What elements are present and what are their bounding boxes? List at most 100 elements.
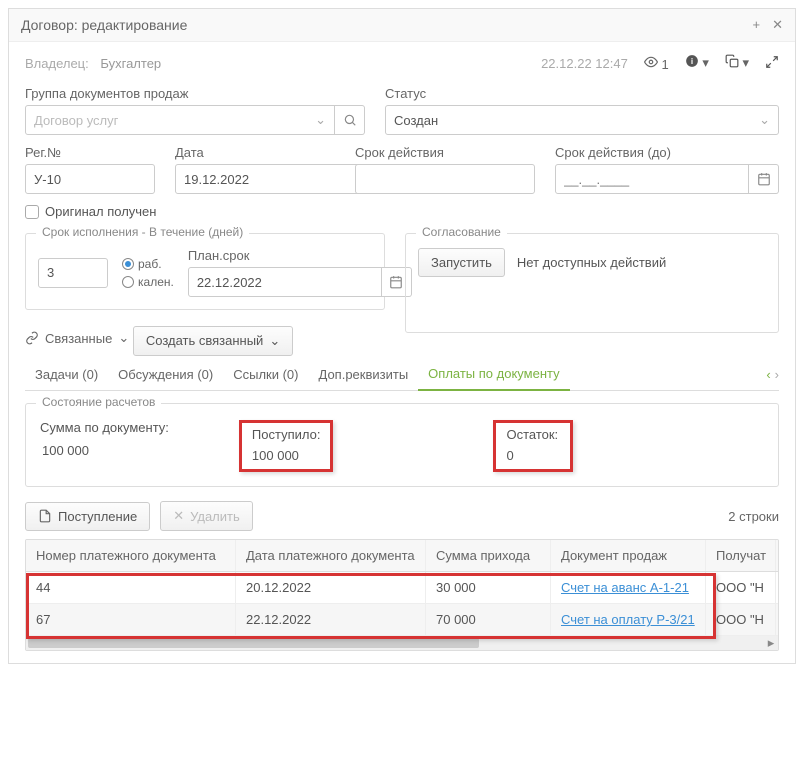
valid-input[interactable] xyxy=(355,164,535,194)
tab-prev-icon[interactable]: ‹ xyxy=(766,367,770,382)
add-payment-label: Поступление xyxy=(58,509,137,524)
calendar-icon xyxy=(757,172,771,186)
row-group-status: Группа документов продаж Договор услуг ⌄… xyxy=(25,86,779,135)
calc-remain-highlight: Остаток: 0 xyxy=(493,420,573,472)
tab-links[interactable]: Ссылки (0) xyxy=(223,359,308,390)
scroll-right-icon[interactable]: ▸ xyxy=(764,636,778,650)
payments-table: Номер платежного документа Дата платежно… xyxy=(25,539,779,651)
add-icon[interactable]: + xyxy=(753,17,761,33)
copy-icon[interactable]: ▾ xyxy=(725,54,749,72)
radio-group: раб. кален. xyxy=(122,257,174,289)
days-input[interactable] xyxy=(38,258,108,288)
info-icon[interactable]: i ▾ xyxy=(685,54,709,72)
run-button[interactable]: Запустить xyxy=(418,248,505,277)
radio-cal-input[interactable] xyxy=(122,276,134,288)
tab-payments[interactable]: Оплаты по документу xyxy=(418,358,569,391)
calc-fieldset: Состояние расчетов Сумма по документу: 1… xyxy=(25,403,779,487)
calc-sum-value: 100 000 xyxy=(40,443,169,458)
tab-tasks[interactable]: Задачи (0) xyxy=(25,359,108,390)
group-select[interactable]: Договор услуг ⌄ xyxy=(25,105,335,135)
th-recipient[interactable]: Получат xyxy=(706,540,776,571)
delete-button[interactable]: ✕ Удалить xyxy=(160,501,253,531)
deadline-fieldset: Срок исполнения - В течение (дней) раб. … xyxy=(25,233,385,310)
table-row[interactable]: 44 20.12.2022 30 000 Счет на аванс А-1-2… xyxy=(26,572,778,604)
plan-input[interactable] xyxy=(188,267,382,297)
approval-legend: Согласование xyxy=(416,225,507,239)
close-icon[interactable]: ✕ xyxy=(772,17,783,33)
scroll-thumb[interactable] xyxy=(28,638,479,648)
doc-link[interactable]: Счет на оплату Р-3/21 xyxy=(561,612,695,627)
radio-work-input[interactable] xyxy=(122,258,134,270)
create-related-button[interactable]: Создать связанный ⌄ xyxy=(133,326,293,356)
radio-work[interactable]: раб. xyxy=(122,257,174,271)
table-toolbar: Поступление ✕ Удалить 2 строки xyxy=(25,501,779,531)
row-count: 2 строки xyxy=(728,509,779,524)
cell-recipient: ООО "Н xyxy=(706,604,776,635)
add-payment-button[interactable]: Поступление xyxy=(25,502,150,531)
cell-recipient: ООО "Н xyxy=(706,572,776,603)
original-label: Оригинал получен xyxy=(45,204,156,219)
calc-legend: Состояние расчетов xyxy=(36,395,161,409)
related-button[interactable]: Связанные ⌄ xyxy=(25,330,129,346)
original-checkbox-row[interactable]: Оригинал получен xyxy=(25,204,779,219)
no-actions-text: Нет доступных действий xyxy=(517,255,666,270)
cell-doc: Счет на аванс А-1-21 xyxy=(551,572,706,603)
th-number[interactable]: Номер платежного документа xyxy=(26,540,236,571)
status-select[interactable]: Создан ⌄ xyxy=(385,105,779,135)
calc-remain-label: Остаток: xyxy=(506,427,560,442)
owner-block: Владелец: Бухгалтер xyxy=(25,56,161,71)
horizontal-scrollbar[interactable]: ▸ xyxy=(26,636,778,650)
calendar-icon xyxy=(389,275,403,289)
status-label: Статус xyxy=(385,86,779,101)
document-icon xyxy=(38,509,52,523)
delete-label: Удалить xyxy=(190,509,240,524)
tab-discussions[interactable]: Обсуждения (0) xyxy=(108,359,223,390)
valid-to-input[interactable] xyxy=(555,164,749,194)
header-row: Владелец: Бухгалтер 22.12.22 12:47 1 i ▾… xyxy=(25,54,779,72)
run-label: Запустить xyxy=(431,255,492,270)
valid-field: Срок действия xyxy=(355,145,535,194)
regno-input[interactable] xyxy=(25,164,155,194)
delete-icon: ✕ xyxy=(173,508,184,524)
doc-link[interactable]: Счет на аванс А-1-21 xyxy=(561,580,689,595)
calc-received-label: Поступило: xyxy=(252,427,321,442)
regno-label: Рег.№ xyxy=(25,145,155,160)
tab-extra[interactable]: Доп.реквизиты xyxy=(309,359,419,390)
link-icon xyxy=(25,331,39,345)
create-related-label: Создать связанный xyxy=(146,333,263,348)
date-input[interactable] xyxy=(175,164,369,194)
th-amount[interactable]: Сумма прихода xyxy=(426,540,551,571)
views-block[interactable]: 1 xyxy=(644,55,669,72)
date-field: Дата xyxy=(175,145,335,194)
plan-date-field: План.срок xyxy=(188,248,412,297)
search-button[interactable] xyxy=(335,105,365,135)
radio-cal[interactable]: кален. xyxy=(122,275,174,289)
status-field: Статус Создан ⌄ xyxy=(385,86,779,135)
valid-label: Срок действия xyxy=(355,145,535,160)
cell-amount: 30 000 xyxy=(426,572,551,603)
tab-next-icon[interactable]: › xyxy=(775,367,779,382)
group-input-wrap: Договор услуг ⌄ xyxy=(25,105,365,135)
calc-received-highlight: Поступило: 100 000 xyxy=(239,420,334,472)
group-placeholder: Договор услуг xyxy=(34,113,118,128)
col-right: Согласование Запустить Нет доступных дей… xyxy=(405,233,779,347)
regno-field: Рег.№ xyxy=(25,145,155,194)
calendar-button[interactable] xyxy=(749,164,779,194)
calc-row: Сумма по документу: 100 000 Поступило: 1… xyxy=(40,420,764,472)
cell-date: 22.12.2022 xyxy=(236,604,426,635)
deadline-legend: Срок исполнения - В течение (дней) xyxy=(36,225,249,239)
table-row[interactable]: 67 22.12.2022 70 000 Счет на оплату Р-3/… xyxy=(26,604,778,636)
titlebar-actions: + ✕ xyxy=(753,17,784,33)
chevron-down-icon: ⌄ xyxy=(759,112,770,128)
svg-text:i: i xyxy=(691,57,693,66)
cell-number: 67 xyxy=(26,604,236,635)
th-date[interactable]: Дата платежного документа xyxy=(236,540,426,571)
window-title: Договор: редактирование xyxy=(21,17,187,33)
expand-icon[interactable] xyxy=(765,55,779,72)
calc-remain-value: 0 xyxy=(506,448,560,463)
th-doc[interactable]: Документ продаж xyxy=(551,540,706,571)
radio-work-label: раб. xyxy=(138,257,162,271)
original-checkbox[interactable] xyxy=(25,205,39,219)
chevron-down-icon: ⌄ xyxy=(118,330,129,346)
tab-nav: ‹ › xyxy=(766,367,779,382)
